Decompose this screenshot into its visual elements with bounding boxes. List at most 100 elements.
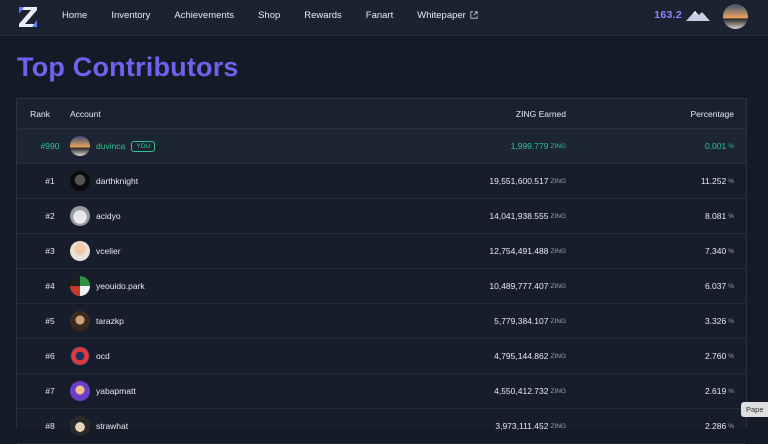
- nav-home[interactable]: Home: [62, 10, 87, 21]
- table-row[interactable]: #4 yeouido.park 10,489,777.407 ZING 6.037…: [17, 269, 746, 304]
- avatar: [70, 381, 90, 401]
- avatar: [70, 276, 90, 296]
- account: yeouido.park: [70, 269, 145, 303]
- percentage: 2.286%: [705, 409, 734, 443]
- pct-value: 2.760: [704, 351, 727, 361]
- account: tarazkp: [70, 304, 124, 338]
- table-row[interactable]: #3 vcelier 12,754,491.488 ZING 7.340%: [17, 234, 746, 269]
- pct-unit: %: [728, 142, 734, 150]
- avatar: [70, 311, 90, 331]
- contributors-table: Rank Account ZING Earned Percentage #990…: [16, 98, 747, 444]
- table-row[interactable]: #8 strawhat 3,973,111.452 ZING 2.286%: [17, 409, 746, 444]
- zing-value: 14,041,938.555: [489, 211, 549, 221]
- nav-shop-label: Shop: [258, 9, 281, 21]
- pct-value: 11.252: [700, 176, 727, 186]
- nav-achievements-label: Achievements: [174, 9, 235, 21]
- nav-achievements[interactable]: Achievements: [174, 10, 234, 21]
- page-title: Top Contributors: [17, 52, 239, 82]
- account-name[interactable]: darthknight: [96, 176, 138, 186]
- account-name[interactable]: tarazkp: [96, 316, 124, 326]
- rank: #4: [45, 281, 55, 291]
- nav-fanart-label: Fanart: [365, 9, 394, 21]
- account-name[interactable]: yeouido.park: [96, 281, 145, 291]
- zing-value: 1,999.779: [510, 141, 549, 151]
- header-account: Account: [70, 108, 101, 119]
- rank: #2: [45, 211, 55, 221]
- zing-earned: 14,041,938.555 ZING: [489, 199, 566, 233]
- account-name[interactable]: strawhat: [96, 421, 128, 431]
- rank: #8: [45, 421, 55, 431]
- percentage: 2.760%: [705, 339, 734, 373]
- percentage: 0.001%: [705, 129, 734, 163]
- percentage: 7.340%: [705, 234, 734, 268]
- account: strawhat: [70, 409, 128, 443]
- paper-tab[interactable]: Pape: [741, 402, 768, 417]
- header-rank: Rank: [30, 108, 50, 119]
- zing-unit: ZING: [550, 317, 566, 325]
- zing-value: 12,754,491.488: [489, 246, 549, 256]
- balance-value[interactable]: 163.2: [654, 9, 682, 21]
- nav-rewards-label: Rewards: [304, 9, 342, 21]
- pct-value: 2.286: [704, 421, 727, 431]
- header-zing: ZING Earned: [515, 108, 566, 119]
- zing-unit: ZING: [550, 422, 566, 430]
- table-row[interactable]: #990 duvinca YOU 1,999.779 ZING 0.001%: [17, 129, 746, 164]
- zing-earned: 5,779,384.107 ZING: [494, 304, 566, 338]
- zing-unit: ZING: [550, 177, 566, 185]
- nav-shop[interactable]: Shop: [258, 10, 280, 21]
- table-row[interactable]: #5 tarazkp 5,779,384.107 ZING 3.326%: [17, 304, 746, 339]
- avatar: [70, 241, 90, 261]
- account: duvinca YOU: [70, 129, 156, 163]
- percentage: 11.252%: [701, 164, 734, 198]
- percentage: 6.037%: [705, 269, 734, 303]
- zing-earned: 4,795,144.862 ZING: [494, 339, 566, 373]
- external-link-icon: [470, 11, 478, 19]
- nav-whitepaper[interactable]: Whitepaper: [417, 10, 478, 21]
- account-name[interactable]: yabapmatt: [96, 386, 136, 396]
- table-row[interactable]: #6 ocd 4,795,144.862 ZING 2.760%: [17, 339, 746, 374]
- rank: #3: [45, 246, 55, 256]
- user-avatar[interactable]: [723, 4, 748, 29]
- zing-value: 19,551,600.517: [489, 176, 549, 186]
- nav-fanart[interactable]: Fanart: [366, 10, 393, 21]
- percentage: 2.619%: [705, 374, 734, 408]
- nav-home-label: Home: [62, 9, 88, 21]
- nav-rewards[interactable]: Rewards: [304, 10, 342, 21]
- zing-earned: 1,999.779 ZING: [511, 129, 566, 163]
- pct-unit: %: [728, 247, 734, 255]
- header-percentage: Percentage: [690, 108, 734, 119]
- z-logo-icon[interactable]: [18, 6, 38, 28]
- account-name[interactable]: ocd: [96, 351, 110, 361]
- nav-inventory-label: Inventory: [111, 9, 151, 21]
- mountain-icon: [686, 11, 710, 21]
- pct-value: 7.340: [704, 246, 727, 256]
- account: ocd: [70, 339, 110, 373]
- account-name[interactable]: vcelier: [96, 246, 121, 256]
- pct-value: 8.081: [704, 211, 727, 221]
- zing-unit: ZING: [550, 247, 566, 255]
- zing-earned: 10,489,777.407 ZING: [489, 269, 566, 303]
- pct-unit: %: [728, 387, 734, 395]
- table-row[interactable]: #7 yabapmatt 4,550,412.732 ZING 2.619%: [17, 374, 746, 409]
- pct-unit: %: [728, 212, 734, 220]
- table-row[interactable]: #1 darthknight 19,551,600.517 ZING 11.252…: [17, 164, 746, 199]
- nav-inventory[interactable]: Inventory: [111, 10, 150, 21]
- account-name[interactable]: duvinca: [96, 141, 125, 151]
- avatar: [70, 416, 90, 436]
- zing-unit: ZING: [550, 387, 566, 395]
- pct-value: 6.037: [704, 281, 727, 291]
- avatar: [70, 206, 90, 226]
- zing-earned: 3,973,111.452 ZING: [495, 409, 566, 443]
- account-name[interactable]: acidyo: [96, 211, 121, 221]
- you-badge: YOU: [131, 140, 156, 152]
- zing-earned: 4,550,412.732 ZING: [494, 374, 566, 408]
- table-row[interactable]: #2 acidyo 14,041,938.555 ZING 8.081%: [17, 199, 746, 234]
- account: darthknight: [70, 164, 138, 198]
- percentage: 3.326%: [705, 304, 734, 338]
- percentage: 8.081%: [705, 199, 734, 233]
- table-header: Rank Account ZING Earned Percentage: [17, 99, 746, 129]
- top-nav: Home Inventory Achievements Shop Rewards…: [0, 0, 768, 36]
- zing-unit: ZING: [550, 212, 566, 220]
- zing-unit: ZING: [550, 282, 566, 290]
- zing-unit: ZING: [550, 142, 566, 150]
